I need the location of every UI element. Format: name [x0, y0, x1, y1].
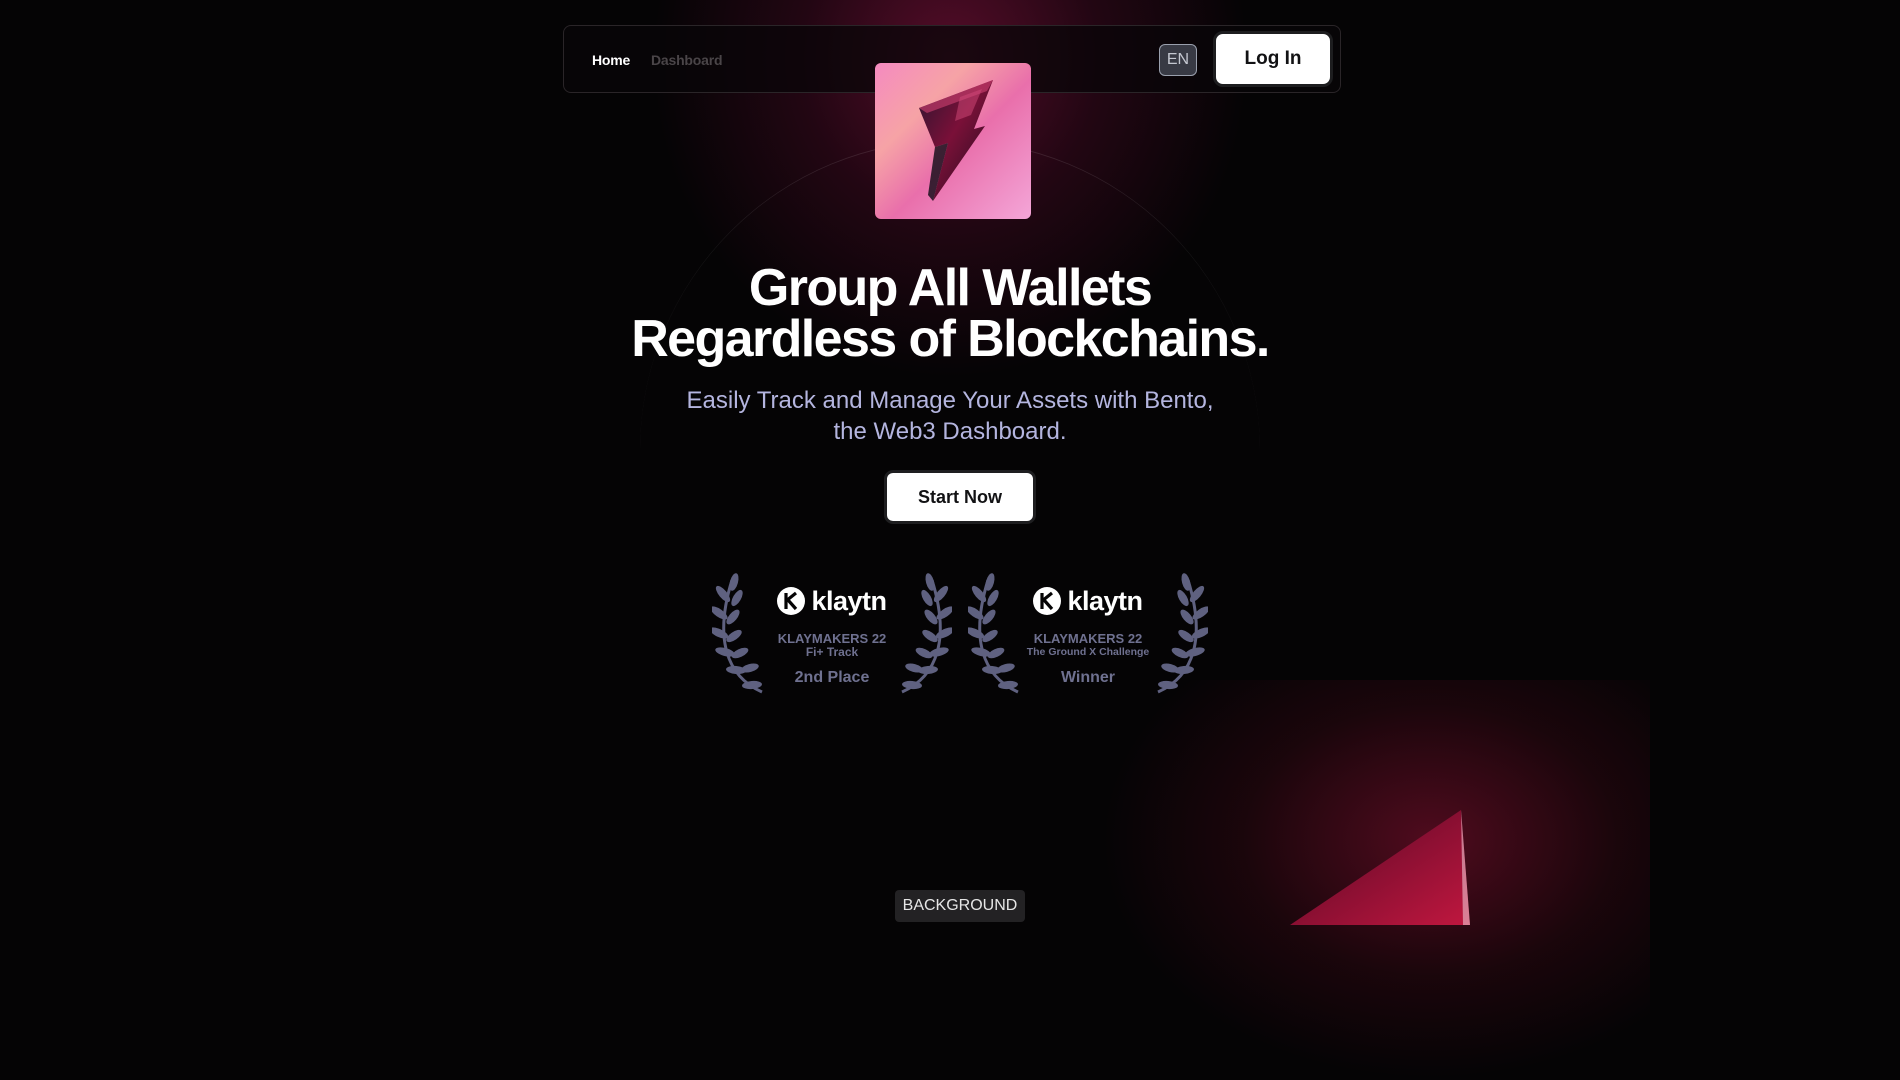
hero-subline-line1: Easily Track and Manage Your Assets with… [686, 387, 1214, 414]
nav-home-link[interactable]: Home [592, 26, 630, 94]
hero-subline-line2: the Web3 Dashboard. [833, 418, 1067, 445]
klaytn-logo-icon [777, 587, 806, 615]
award-title: KLAYMAKERS 22 [777, 631, 887, 646]
hero-headline-line2: Regardless of Blockchains. [631, 310, 1270, 368]
award-brand-name: klaytn [1067, 586, 1143, 616]
start-now-button[interactable]: Start Now [884, 470, 1036, 524]
login-button[interactable]: Log In [1213, 31, 1333, 87]
award-badge-2nd-place: klaytn KLAYMAKERS 22 Fi+ Track 2nd Place [712, 572, 952, 694]
nav-dashboard-link[interactable]: Dashboard [651, 26, 723, 94]
award-title: KLAYMAKERS 22 [1033, 631, 1143, 646]
award-brand-name: klaytn [811, 586, 887, 616]
bento-logo-icon [875, 63, 1031, 219]
klaytn-logo-icon [1033, 587, 1062, 615]
award-subtitle: Fi+ Track [805, 645, 859, 659]
prism-decoration [1290, 810, 1470, 925]
award-rank: 2nd Place [794, 669, 870, 686]
award-badge-winner: klaytn KLAYMAKERS 22 The Ground X Challe… [968, 572, 1208, 694]
section-tag-background: BACKGROUND [895, 890, 1025, 922]
award-subtitle: The Ground X Challenge [1026, 646, 1150, 658]
language-selector[interactable]: EN [1159, 44, 1197, 76]
award-rank: Winner [1060, 669, 1116, 686]
award-brand: klaytn [968, 586, 1208, 617]
award-brand: klaytn [712, 586, 952, 617]
